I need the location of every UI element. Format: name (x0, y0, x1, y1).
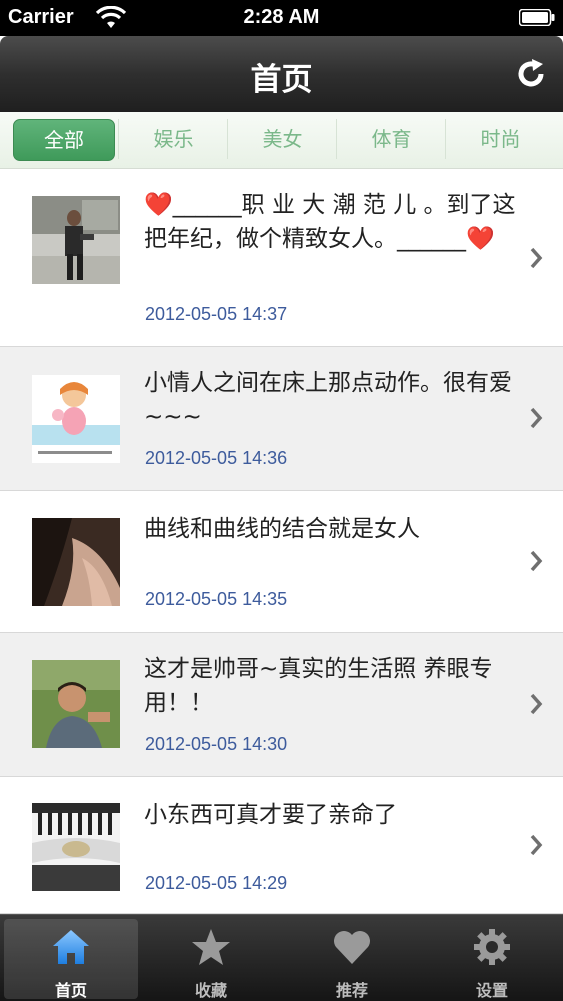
tabbar-label: 推荐 (335, 981, 368, 1000)
tabbar-item-recommend[interactable]: 推荐 (285, 919, 419, 1000)
bottom-tab-bar: 首页 收藏 推荐 设置 (0, 914, 563, 1001)
gear-icon (474, 929, 510, 965)
thumbnail-image (32, 375, 120, 463)
status-time: 2:28 AM (243, 6, 320, 28)
tabbar-item-settings[interactable]: 设置 (425, 919, 559, 1000)
home-icon (53, 930, 89, 964)
tabbar-item-home[interactable]: 首页 (4, 919, 138, 1000)
item-title: 这才是帅哥~真实的生活照 养眼专用！！ (144, 656, 493, 716)
item-title: 曲线和曲线的结合就是女人 (144, 516, 420, 542)
tab-entertainment[interactable]: 娱乐 (118, 119, 228, 159)
chevron-right-icon (530, 550, 543, 572)
thumbnail-image (32, 196, 120, 284)
tab-sports[interactable]: 体育 (336, 119, 446, 159)
list-item[interactable]: 小情人之间在床上那点动作。很有爱~~~ 2012-05-05 14:36 (0, 347, 563, 491)
tabbar-label: 首页 (54, 981, 87, 1000)
refresh-icon[interactable] (513, 56, 549, 92)
item-date: 2012-05-05 14:35 (145, 589, 288, 609)
status-bar: Carrier 2:28 AM (0, 0, 563, 36)
thumbnail-image (32, 660, 120, 748)
chevron-right-icon (530, 693, 543, 715)
heart-icon (334, 931, 370, 964)
tab-all[interactable]: 全部 (13, 119, 115, 161)
chevron-right-icon (530, 834, 543, 856)
item-date: 2012-05-05 14:30 (145, 734, 288, 754)
tab-fashion[interactable]: 时尚 (445, 119, 555, 159)
list-item[interactable]: 小东西可真才要了亲命了 2012-05-05 14:29 (0, 777, 563, 914)
page-title: 首页 (250, 62, 313, 98)
category-tabs: 全部 娱乐 美女 体育 时尚 (0, 112, 563, 169)
chevron-right-icon (530, 407, 543, 429)
tabbar-label: 设置 (475, 981, 508, 1000)
thumbnail-image (32, 518, 120, 606)
tabbar-label: 收藏 (194, 981, 227, 1000)
tab-beauty[interactable]: 美女 (227, 119, 337, 159)
list-item[interactable]: 曲线和曲线的结合就是女人 2012-05-05 14:35 (0, 491, 563, 633)
item-title: ❤️______职 业 大 潮 范 儿 。到了这把年纪，做个精致女人。_____… (144, 192, 516, 252)
item-date: 2012-05-05 14:37 (145, 304, 288, 324)
list-item[interactable]: ❤️______职 业 大 潮 范 儿 。到了这把年纪，做个精致女人。_____… (0, 169, 563, 347)
star-icon (192, 929, 230, 965)
tabbar-item-favorites[interactable]: 收藏 (144, 919, 278, 1000)
battery-icon (519, 9, 555, 26)
feed-list: ❤️______职 业 大 潮 范 儿 。到了这把年纪，做个精致女人。_____… (0, 169, 563, 914)
list-item[interactable]: 这才是帅哥~真实的生活照 养眼专用！！ 2012-05-05 14:30 (0, 633, 563, 777)
navigation-bar: 首页 (0, 36, 563, 112)
thumbnail-image (32, 803, 120, 891)
chevron-right-icon (530, 247, 543, 269)
item-title: 小东西可真才要了亲命了 (144, 802, 397, 828)
item-title: 小情人之间在床上那点动作。很有爱~~~ (144, 370, 512, 430)
item-date: 2012-05-05 14:36 (145, 448, 288, 468)
item-date: 2012-05-05 14:29 (145, 873, 288, 893)
